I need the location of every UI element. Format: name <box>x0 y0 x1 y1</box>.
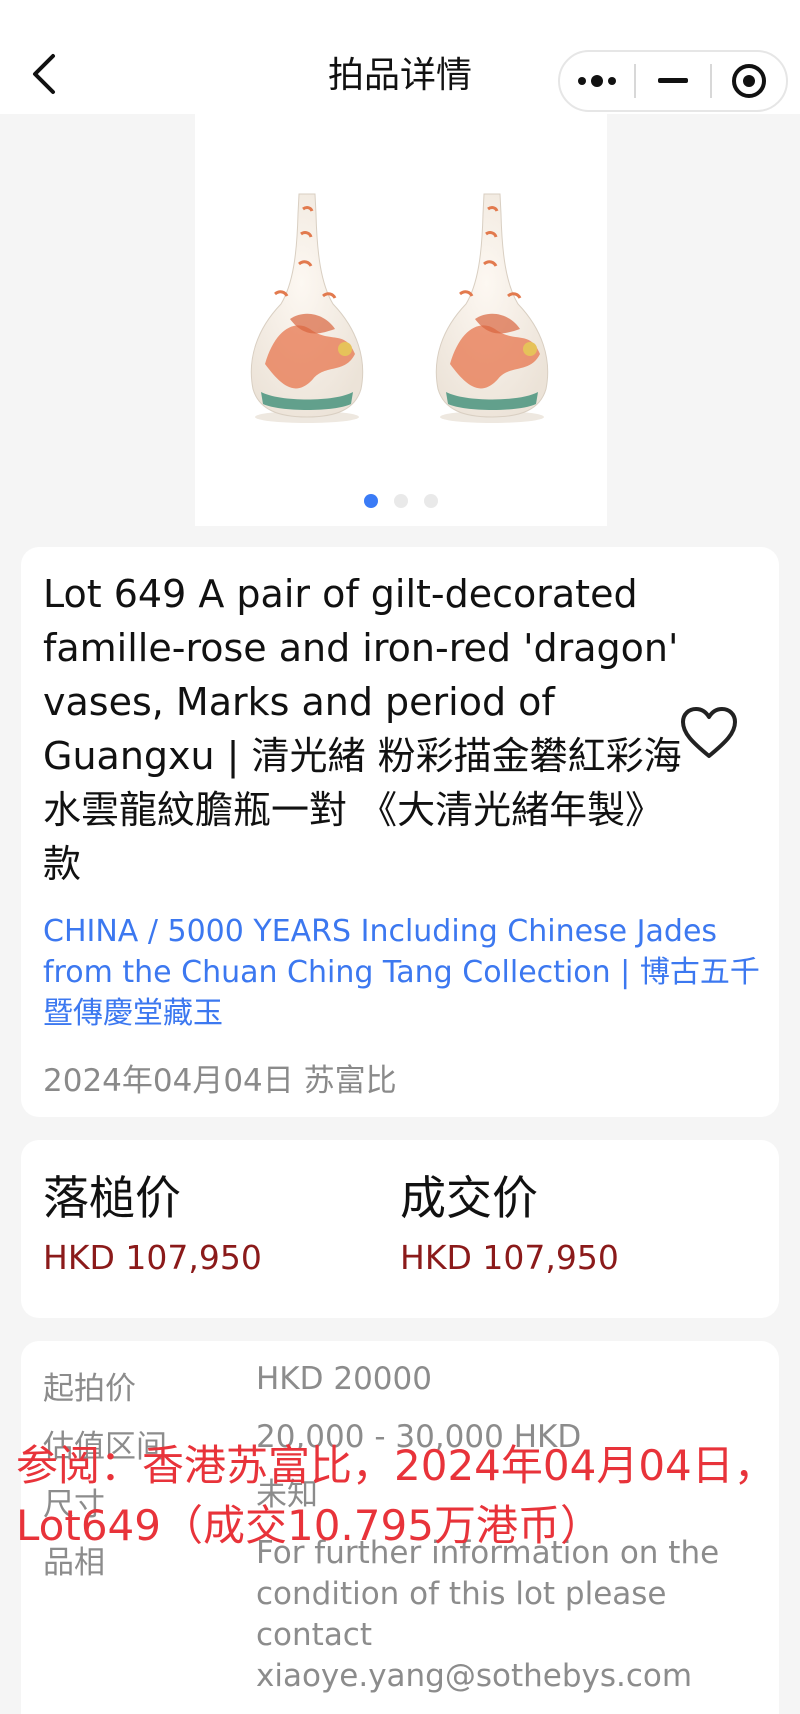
minimize-button[interactable] <box>636 52 710 110</box>
carousel-dot[interactable] <box>424 494 438 508</box>
lot-title: Lot 649 A pair of gilt-decorated famille… <box>43 572 682 886</box>
start-price-label: 起拍价 <box>43 1371 136 1407</box>
more-button[interactable] <box>560 52 634 110</box>
deal-price-label: 成交价 <box>400 1171 538 1225</box>
hammer-price-value: HKD 107,950 <box>43 1238 262 1277</box>
mini-program-capsule <box>558 50 788 112</box>
auction-sale-link[interactable]: CHINA / 5000 YEARS Including Chinese Jad… <box>43 911 763 1034</box>
carousel-dot-active[interactable] <box>364 494 378 508</box>
target-close-icon <box>732 64 766 98</box>
vase-pair-image <box>250 193 549 423</box>
lot-info-card: Lot 649 A pair of gilt-decorated famille… <box>21 547 779 1117</box>
lot-image-carousel[interactable] <box>195 114 607 526</box>
carousel-dot[interactable] <box>394 494 408 508</box>
price-card: 落槌价 HKD 107,950 成交价 HKD 107,950 <box>21 1140 779 1318</box>
minus-icon <box>658 78 688 83</box>
close-button[interactable] <box>712 52 786 110</box>
navigation-bar: 拍品详情 <box>0 0 800 114</box>
reference-overlay-text: 参阅：香港苏富比，2024年04月04日，Lot649（成交10.795万港币） <box>16 1441 776 1550</box>
more-dots-icon <box>578 75 616 87</box>
condition-value: For further information on the condition… <box>256 1535 720 1694</box>
deal-price-value: HKD 107,950 <box>400 1238 619 1277</box>
hammer-price-label: 落槌价 <box>43 1171 181 1225</box>
start-price-value: HKD 20000 <box>256 1361 432 1397</box>
favorite-button[interactable] <box>680 706 738 764</box>
carousel-indicator <box>195 494 607 508</box>
heart-icon <box>681 707 737 758</box>
sale-date-auction-house: 2024年04月04日 苏富比 <box>43 1063 397 1099</box>
